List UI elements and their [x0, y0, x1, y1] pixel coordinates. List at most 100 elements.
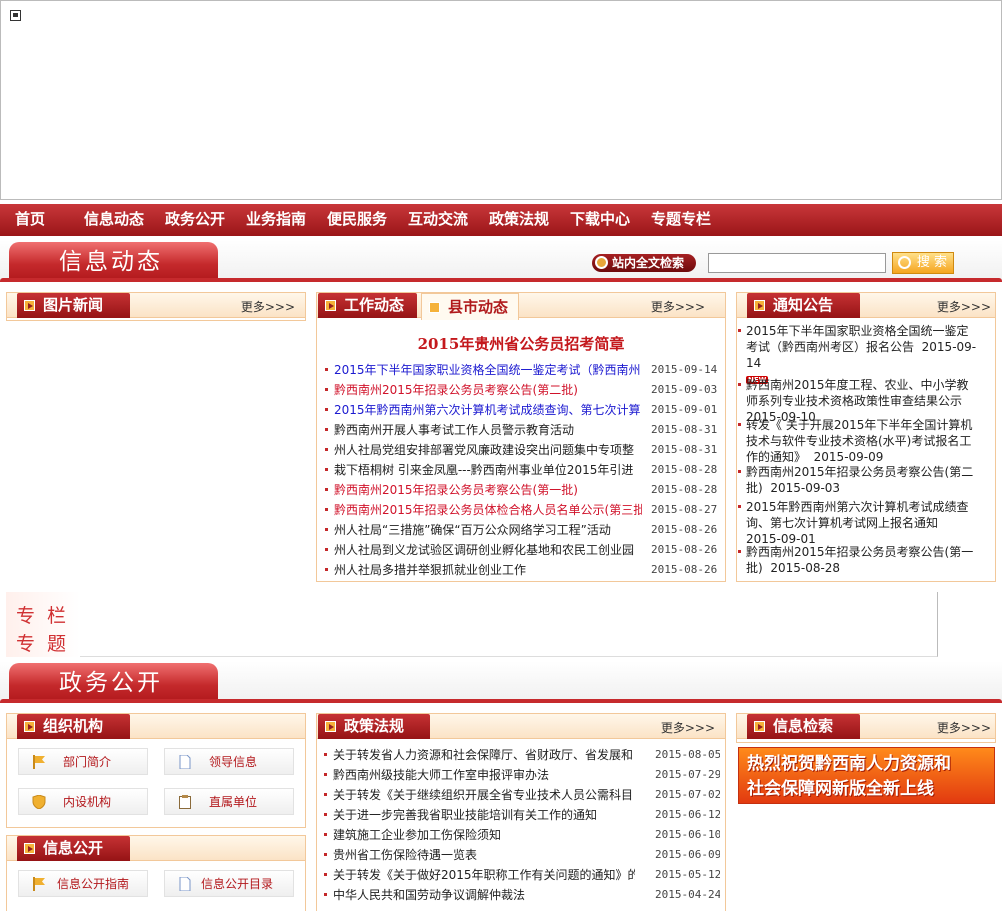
nav-government-affairs[interactable]: 政务公开: [165, 204, 225, 236]
info-open-guide-button[interactable]: 信息公开指南: [18, 870, 148, 897]
nav-business-guide[interactable]: 业务指南: [246, 204, 306, 236]
more-link[interactable]: 更多>>>: [937, 719, 991, 736]
notice-panel: 通知公告 更多>>> 2015年下半年国家职业资格全国统一鉴定考试（黔西南州考区…: [736, 292, 996, 582]
tab-county-news[interactable]: 县市动态: [421, 293, 519, 320]
news-date: 2015-09-03: [651, 383, 718, 396]
list-item: 州人社局党组安排部署党风廉政建设突出问题集中专项整 2015-08-31: [325, 440, 720, 460]
news-link[interactable]: 州人社局党组安排部署党风廉政建设突出问题集中专项整: [334, 440, 642, 460]
news-link[interactable]: 黔西南州2015年招录公务员考察公告(第一批): [334, 480, 642, 500]
list-item: 黔西南州2015年招录公务员考察公告(第二批) 2015-09-03: [325, 380, 720, 400]
more-link[interactable]: 更多>>>: [241, 298, 295, 315]
panel-title: 信息公开: [17, 836, 130, 861]
news-link[interactable]: 州人社局到义龙试验区调研创业孵化基地和农民工创业园: [334, 540, 642, 560]
notice-item[interactable]: 黔西南州2015年招录公务员考察公告(第二批) 2015-09-03: [738, 464, 978, 496]
policy-link[interactable]: 黔西南州级技能大师工作室申报评审办法: [333, 765, 635, 785]
policy-date: 2015-06-12: [655, 808, 720, 821]
arrow-icon: [429, 302, 440, 313]
list-item: 2015年黔西南州第六次计算机考试成绩查询、第七次计算 2015-09-01: [325, 400, 720, 420]
policy-link[interactable]: 建筑施工企业参加工伤保险须知: [333, 825, 635, 845]
panel-title: 信息检索: [747, 714, 860, 739]
search-icon: [595, 256, 608, 269]
internal-org-button[interactable]: 内设机构: [18, 788, 148, 815]
news-link[interactable]: 栽下梧桐树 引来金凤凰---黔西南州事业单位2015年引进: [334, 460, 642, 480]
arrow-icon: [24, 843, 35, 854]
flag-icon: [33, 877, 45, 891]
policy-date: 2015-07-02: [655, 788, 720, 801]
notice-item[interactable]: 2015年黔西南州第六次计算机考试成绩查询、第七次计算机考试网上报名通知 201…: [738, 499, 978, 547]
news-link[interactable]: 2015年黔西南州第六次计算机考试成绩查询、第七次计算: [334, 400, 642, 420]
policy-link[interactable]: 关于进一步完善我省职业技能培训有关工作的通知: [333, 805, 635, 825]
policy-date: 2015-07-29: [655, 768, 720, 781]
arrow-icon: [24, 300, 35, 311]
broken-image-icon: [10, 10, 21, 21]
nav-home[interactable]: 首页: [15, 204, 45, 236]
headline-link[interactable]: 2015年贵州省公务员招考简章: [316, 333, 726, 354]
notice-date: 2015-09-09: [813, 450, 884, 464]
news-link[interactable]: 州人社局“三措施”确保“百万公众网络学习工程”活动: [334, 520, 642, 540]
policy-date: 2015-05-12: [655, 868, 720, 881]
notice-item[interactable]: 黔西南州2015年招录公务员考察公告(第一批) 2015-08-28: [738, 544, 978, 576]
news-date: 2015-08-31: [651, 443, 718, 456]
nav-downloads[interactable]: 下载中心: [570, 204, 630, 236]
policy-link[interactable]: 贵州省工伤保险待遇一览表: [333, 845, 635, 865]
affiliated-units-button[interactable]: 直属单位: [164, 788, 294, 815]
dept-intro-button[interactable]: 部门简介: [18, 748, 148, 775]
leader-info-button[interactable]: 领导信息: [164, 748, 294, 775]
more-link[interactable]: 更多>>>: [651, 298, 705, 315]
news-link[interactable]: 黔西南州2015年招录公务员体检合格人员名单公示(第三批: [334, 500, 642, 520]
tab-work-news[interactable]: 工作动态: [318, 293, 417, 318]
arrow-icon: [325, 300, 336, 311]
news-link[interactable]: 黔西南州开展人事考试工作人员警示教育活动: [334, 420, 642, 440]
list-item: 2015年下半年国家职业资格全国统一鉴定考试（黔西南州 2015-09-14: [325, 360, 720, 380]
list-item: 关于进一步完善我省职业技能培训有关工作的通知 2015-06-12: [324, 805, 720, 825]
list-item: 关于转发《关于做好2015年职称工作有关问题的通知》的 2015-05-12: [324, 865, 720, 885]
list-item: 州人社局多措并举狠抓就业创业工作 2015-08-26: [325, 560, 720, 580]
list-item: 黔西南州开展人事考试工作人员警示教育活动 2015-08-31: [325, 420, 720, 440]
clipboard-icon: [179, 795, 191, 809]
search-button[interactable]: 搜 索: [892, 252, 954, 274]
more-link[interactable]: 更多>>>: [937, 298, 991, 315]
nav-public-service[interactable]: 便民服务: [327, 204, 387, 236]
more-link[interactable]: 更多>>>: [661, 719, 715, 736]
nav-special-topics[interactable]: 专题专栏: [651, 204, 711, 236]
special-label: 专栏 专题: [6, 592, 80, 657]
panel-title: 组织机构: [17, 714, 130, 739]
news-link[interactable]: 州人社局多措并举狠抓就业创业工作: [334, 560, 642, 580]
info-open-catalog-button[interactable]: 信息公开目录: [164, 870, 294, 897]
panel-title: 政策法规: [318, 714, 430, 739]
news-link[interactable]: 黔西南州2015年招录公务员考察公告(第二批): [334, 380, 642, 400]
search-icon: [898, 256, 911, 269]
promo-banner[interactable]: 热烈祝贺黔西南人力资源和 社会保障网新版全新上线: [738, 747, 995, 804]
policy-link[interactable]: 关于转发省人力资源和社会保障厅、省财政厅、省发展和: [333, 745, 635, 765]
document-icon: [179, 877, 191, 891]
list-item: 州人社局到义龙试验区调研创业孵化基地和农民工创业园 2015-08-26: [325, 540, 720, 560]
list-item: 栽下梧桐树 引来金凤凰---黔西南州事业单位2015年引进 2015-08-28: [325, 460, 720, 480]
notice-item[interactable]: 转发《 关于开展2015年下半年全国计算机技术与软件专业技术资格(水平)考试报名…: [738, 417, 978, 465]
section-title: 信息动态: [9, 242, 218, 282]
notice-date: 2015-08-28: [770, 561, 841, 575]
section-title: 政务公开: [9, 663, 218, 703]
picture-news-panel: 图片新闻 更多>>>: [6, 292, 306, 321]
notice-date: 2015-09-03: [770, 481, 841, 495]
nav-info-news[interactable]: 信息动态: [84, 204, 144, 236]
nav-interaction[interactable]: 互动交流: [408, 204, 468, 236]
news-date: 2015-08-27: [651, 503, 718, 516]
news-date: 2015-08-26: [651, 543, 718, 556]
panel-title: 图片新闻: [17, 293, 130, 318]
nav-policy[interactable]: 政策法规: [489, 204, 549, 236]
document-icon: [179, 755, 191, 769]
policy-link[interactable]: 关于转发《关于做好2015年职称工作有关问题的通知》的: [333, 865, 635, 885]
special-topics: 专栏 专题: [6, 592, 938, 657]
policy-link[interactable]: 中华人民共和国劳动争议调解仲裁法: [333, 885, 635, 905]
policy-date: 2015-06-10: [655, 828, 720, 841]
news-date: 2015-08-26: [651, 563, 718, 576]
policy-date: 2015-06-09: [655, 848, 720, 861]
list-item: 关于转发省人力资源和社会保障厅、省财政厅、省发展和 2015-08-05: [324, 745, 720, 765]
news-link[interactable]: 2015年下半年国家职业资格全国统一鉴定考试（黔西南州: [334, 360, 642, 380]
policy-date: 2015-08-05: [655, 748, 720, 761]
search-input[interactable]: [708, 253, 886, 273]
arrow-icon: [754, 300, 765, 311]
policy-link[interactable]: 关于转发《关于继续组织开展全省专业技术人员公需科目: [333, 785, 635, 805]
list-item: 贵州省工伤保险待遇一览表 2015-06-09: [324, 845, 720, 865]
flag-icon: [33, 755, 45, 769]
